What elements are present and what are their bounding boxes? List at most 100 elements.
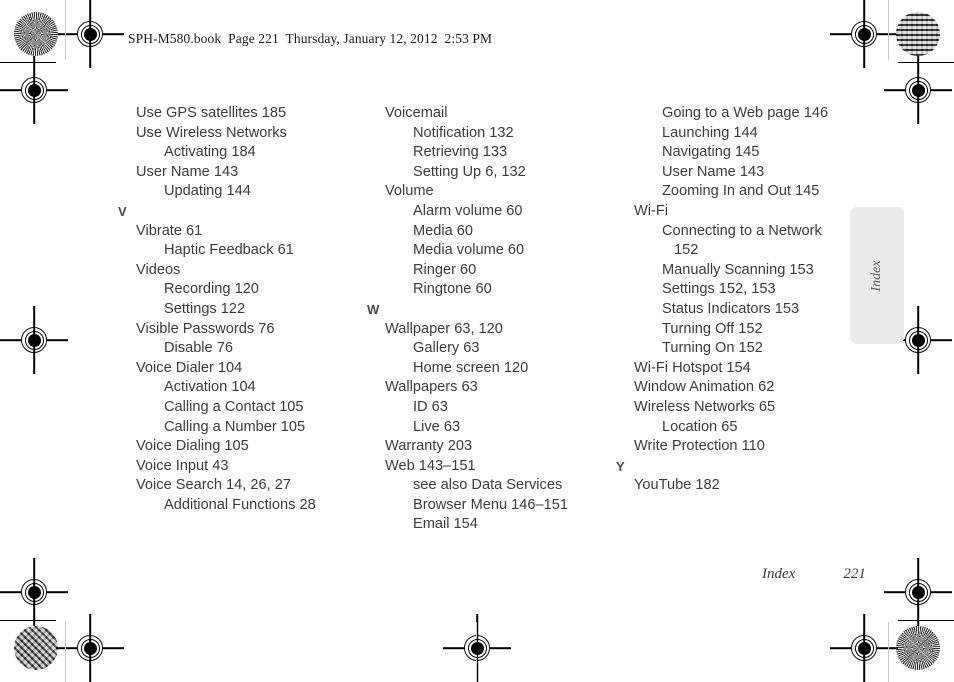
index-entry: Voice Dialing 105 bbox=[136, 438, 249, 455]
registration-ring bbox=[21, 77, 47, 103]
index-subentry: Activation 104 bbox=[164, 379, 256, 396]
index-entry: Voicemail bbox=[385, 105, 448, 121]
index-subentry: Settings 152, 153 bbox=[662, 281, 776, 298]
registration-ring-inner bbox=[24, 80, 44, 100]
index-subentry: Media 60 bbox=[413, 222, 474, 239]
registration-ring bbox=[905, 579, 931, 605]
index-subentry: Live 63 bbox=[413, 418, 461, 435]
index-entry: Wi-Fi Hotspot 154 bbox=[634, 359, 751, 376]
index-subentry: Zooming In and Out 145 bbox=[662, 183, 820, 200]
color-rosette-bottom-left bbox=[14, 626, 58, 670]
index-subentry: Launching 144 bbox=[662, 124, 758, 141]
index-subentry: Turning On 152 bbox=[662, 340, 763, 357]
index-subentry: Additional Functions 28 bbox=[164, 496, 316, 513]
registration-ring-inner bbox=[908, 330, 928, 350]
index-subentry: User Name 143 bbox=[662, 163, 765, 180]
registration-dot bbox=[911, 83, 925, 97]
registration-mark-right-middle bbox=[898, 320, 938, 360]
index-entry: Wallpaper 63, 120 bbox=[385, 320, 503, 337]
footer-page-number: 221 bbox=[843, 566, 866, 582]
registration-ring-inner bbox=[908, 582, 928, 602]
index-subentry: Recording 120 bbox=[164, 281, 259, 298]
index-subentry: Email 154 bbox=[413, 516, 478, 533]
index-subentry: see also Data Services bbox=[413, 477, 563, 494]
guide-line-bottom-center bbox=[476, 622, 478, 682]
index-subentry: Connecting to a Network 152 bbox=[616, 222, 866, 261]
index-subentry: Notification 132 bbox=[413, 124, 514, 141]
index-entry: Volume bbox=[385, 183, 434, 200]
index-subentry: Ringer 60 bbox=[413, 261, 477, 278]
index-entry: Use Wireless Networks bbox=[136, 124, 287, 141]
index-subentry: Media volume 60 bbox=[413, 242, 525, 259]
side-tab-label: Index bbox=[869, 259, 884, 292]
index-entry: User Name 143 bbox=[136, 163, 239, 180]
index-entry: Voice Dialer 104 bbox=[136, 359, 243, 376]
registration-ring-inner bbox=[908, 80, 928, 100]
registration-mark-bottom-left bbox=[70, 628, 110, 668]
registration-mark-right-lower bbox=[898, 572, 938, 612]
trim-line-bottom-left-horizontal bbox=[0, 620, 56, 622]
guide-line-top-left bbox=[65, 0, 67, 60]
index-subentry: Disable 76 bbox=[164, 340, 233, 357]
index-entry-continuation: 152 bbox=[674, 242, 699, 259]
registration-mark-left-upper bbox=[14, 70, 54, 110]
registration-mark-right-upper bbox=[898, 70, 938, 110]
index-entry: Videos bbox=[136, 261, 181, 278]
index-subentry: Calling a Number 105 bbox=[164, 418, 306, 435]
index-subentry: Ringtone 60 bbox=[413, 281, 492, 298]
index-subentry: Calling a Contact 105 bbox=[164, 398, 304, 415]
book-header-line: SPH-M580.book Page 221 Thursday, January… bbox=[128, 31, 493, 46]
index-entry: Wallpapers 63 bbox=[385, 379, 478, 396]
registration-mark-left-lower bbox=[14, 572, 54, 612]
index-entry: Visible Passwords 76 bbox=[136, 320, 275, 337]
registration-dot bbox=[83, 641, 97, 655]
index-subentry: Setting Up 6, 132 bbox=[413, 163, 526, 180]
index-entry: Voice Input 43 bbox=[136, 457, 229, 474]
index-subentry: Updating 144 bbox=[164, 183, 251, 200]
guide-line-bottom-left bbox=[65, 622, 67, 682]
registration-dot bbox=[911, 333, 925, 347]
registration-ring-inner bbox=[854, 638, 874, 658]
index-column-3: Going to a Web page 146 Launching 144 Navi… bbox=[616, 104, 866, 496]
index-subentry: Browser Menu 146–151 bbox=[413, 496, 568, 513]
index-entry: Voice Search 14, 26, 27 bbox=[136, 477, 291, 494]
index-entry: Window Animation 62 bbox=[634, 379, 775, 396]
registration-ring-inner bbox=[24, 330, 44, 350]
index-column-2: Voicemail Notification 132 Retrieving 133 S… bbox=[367, 104, 617, 535]
registration-mark-top-left bbox=[70, 14, 110, 54]
side-tab-index: Index bbox=[850, 207, 904, 344]
registration-ring bbox=[851, 21, 877, 47]
guide-line-bottom-right bbox=[888, 622, 890, 682]
trim-line-top-left-horizontal bbox=[0, 62, 56, 64]
index-subentry: Going to a Web page 146 bbox=[662, 105, 829, 121]
color-rosette-top-right bbox=[896, 12, 940, 56]
registration-dot bbox=[911, 585, 925, 599]
index-subentry: Turning Off 152 bbox=[662, 320, 763, 337]
index-letter-heading: W bbox=[367, 301, 380, 317]
registration-dot bbox=[857, 641, 871, 655]
index-subentry: Manually Scanning 153 bbox=[662, 261, 814, 278]
index-entry: Vibrate 61 bbox=[136, 222, 203, 239]
registration-ring bbox=[905, 77, 931, 103]
registration-mark-top-right bbox=[844, 14, 884, 54]
index-subentry: Retrieving 133 bbox=[413, 144, 508, 161]
index-entry: Write Protection 110 bbox=[634, 438, 765, 455]
index-subentry: Gallery 63 bbox=[413, 340, 480, 357]
index-entry: Wi-Fi bbox=[634, 202, 669, 219]
registration-dot bbox=[27, 333, 41, 347]
index-subentry: Alarm volume 60 bbox=[413, 202, 523, 219]
registration-mark-bottom-right bbox=[844, 628, 884, 668]
index-column-1: Use GPS satellites 185 Use Wireless Netwo… bbox=[118, 104, 368, 515]
registration-ring bbox=[21, 327, 47, 353]
registration-ring-inner bbox=[24, 582, 44, 602]
registration-dot bbox=[857, 27, 871, 41]
trim-line-bottom-right-horizontal bbox=[898, 620, 954, 622]
registration-dot bbox=[83, 27, 97, 41]
index-entry: Wireless Networks 65 bbox=[634, 398, 776, 415]
index-subentry: Navigating 145 bbox=[662, 144, 760, 161]
page-footer: Index 221 bbox=[762, 566, 866, 583]
registration-ring-inner bbox=[80, 638, 100, 658]
registration-ring bbox=[77, 635, 103, 661]
index-entry: Warranty 203 bbox=[385, 438, 473, 455]
index-letter-heading: V bbox=[118, 203, 127, 219]
